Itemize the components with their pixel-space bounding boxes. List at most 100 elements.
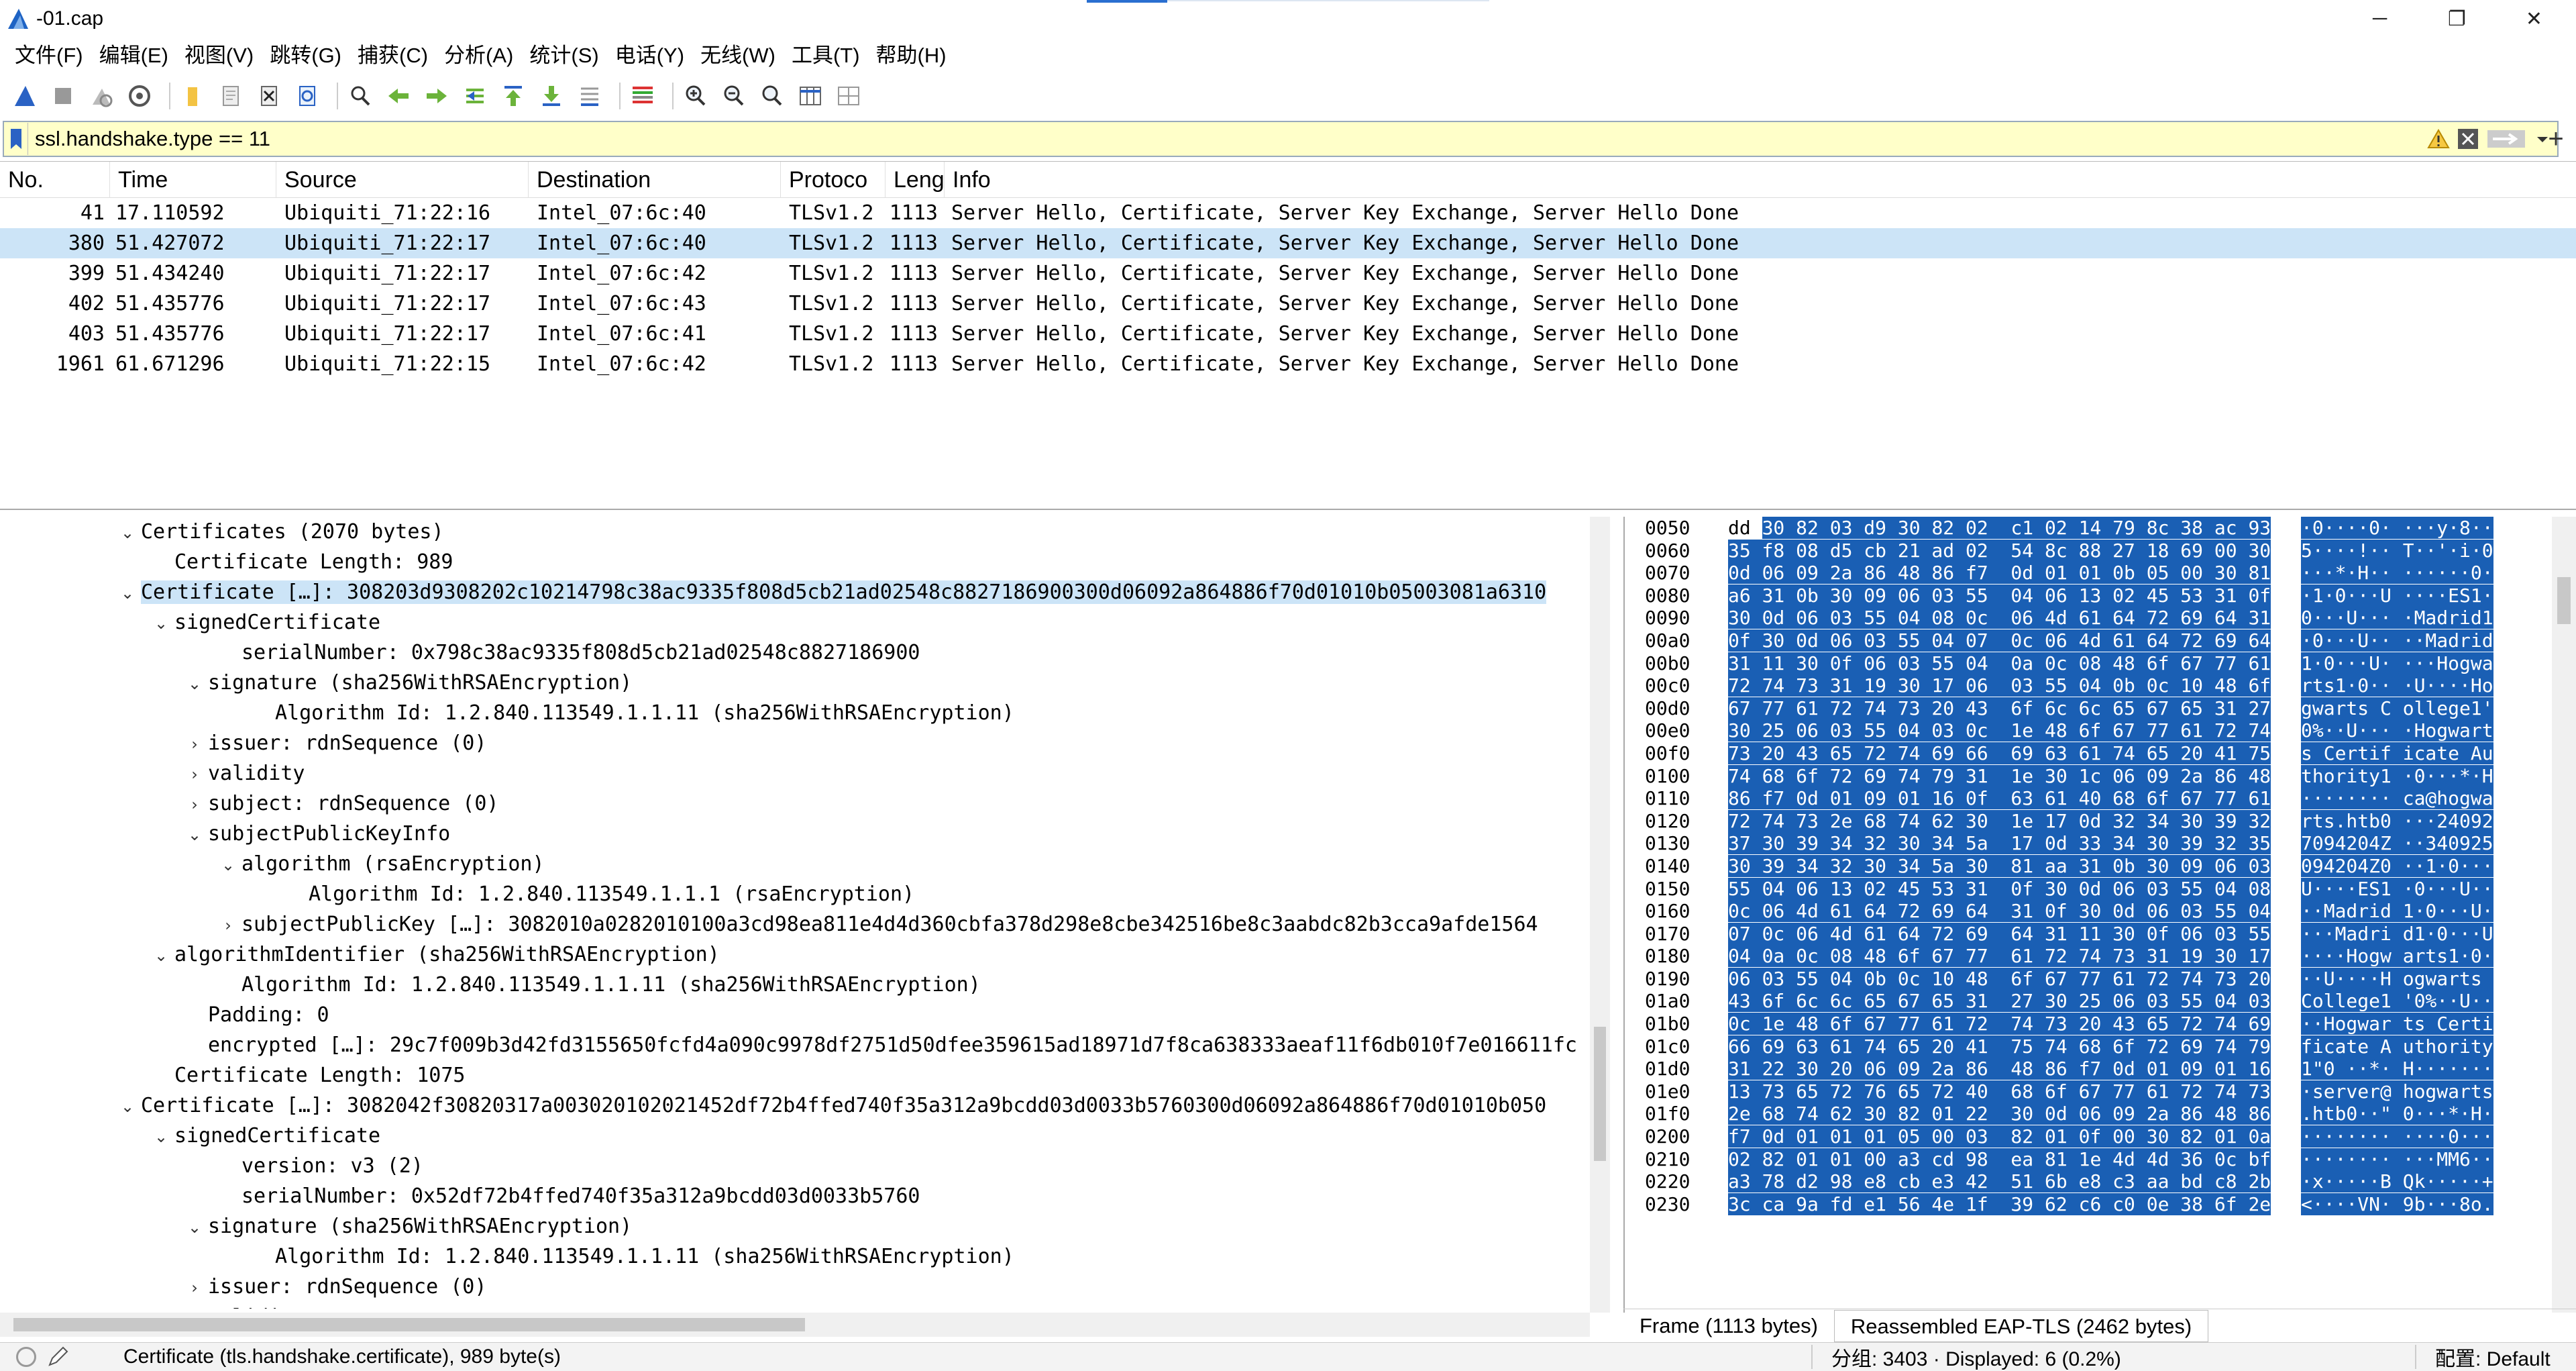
back-arrow-icon[interactable] xyxy=(383,81,414,111)
packet-row[interactable]: 41 17.110592 Ubiquiti_71:22:16 Intel_07:6c:… xyxy=(0,198,2576,228)
collapsed-chevron-icon[interactable]: › xyxy=(181,790,208,820)
clear-filter-icon[interactable] xyxy=(2457,128,2479,150)
byte-ascii[interactable]: ········ ca@hogwa xyxy=(2289,787,2493,810)
byte-ascii[interactable]: rts1·0·· ·U····Ho xyxy=(2289,674,2493,697)
detail-tree-item[interactable]: Certificate Length: 1075 xyxy=(0,1060,1610,1090)
detail-tree-item[interactable]: Algorithm Id: 1.2.840.113549.1.1.1 (rsaE… xyxy=(0,879,1610,909)
byte-ascii[interactable]: <····VN· 9b···8o. xyxy=(2289,1192,2493,1216)
detail-tree-item[interactable]: › subjectPublicKey […]: 3082010a028201010… xyxy=(0,909,1610,940)
byte-ascii[interactable]: ········ ····0··· xyxy=(2289,1125,2493,1148)
expanded-chevron-icon[interactable]: ⌄ xyxy=(114,578,141,609)
filter-bookmark-icon[interactable] xyxy=(4,123,28,155)
byte-ascii[interactable]: 0···U··· ·Madrid1 xyxy=(2289,607,2493,629)
menu-wireless[interactable]: 无线(W) xyxy=(692,38,784,74)
byte-hex[interactable]: dd 30 82 03 d9 30 82 02 c1 02 14 79 8c 3… xyxy=(1712,517,2289,540)
zoom-out-icon[interactable] xyxy=(718,81,749,111)
tab-frame-bytes[interactable]: Frame (1113 bytes) xyxy=(1623,1310,1834,1342)
detail-tree-item[interactable]: Algorithm Id: 1.2.840.113549.1.1.11 (sha… xyxy=(0,970,1610,1000)
collapsed-chevron-icon[interactable]: › xyxy=(181,760,208,790)
minimize-button[interactable]: ─ xyxy=(2341,0,2418,38)
byte-ascii[interactable]: 7094204Z ··340925 xyxy=(2289,832,2493,855)
detail-tree-item[interactable]: serialNumber: 0x52df72b4ffed740f35a312a9… xyxy=(0,1181,1610,1211)
byte-ascii[interactable]: ·0···U·· ··Madrid xyxy=(2289,629,2493,652)
packet-row[interactable]: 403 51.435776 Ubiquiti_71:22:17 Intel_07:6c… xyxy=(0,319,2576,349)
packet-row[interactable]: 399 51.434240 Ubiquiti_71:22:17 Intel_07:6c… xyxy=(0,258,2576,289)
menu-analyze[interactable]: 分析(A) xyxy=(436,38,521,74)
byte-hex[interactable]: 86 f7 0d 01 09 01 16 0f 63 61 40 68 6f 6… xyxy=(1712,787,2289,810)
column-source[interactable]: Source xyxy=(276,161,529,198)
byte-hex[interactable]: 35 f8 08 d5 cb 21 ad 02 54 8c 88 27 18 6… xyxy=(1712,539,2289,562)
detail-tree-item[interactable]: ⌄ signature (sha256WithRSAEncryption) xyxy=(0,1211,1610,1241)
column-destination[interactable]: Destination xyxy=(529,161,781,198)
byte-ascii[interactable]: ficate A uthority xyxy=(2289,1035,2493,1058)
save-icon[interactable] xyxy=(215,81,246,111)
bytes-scroll-thumb[interactable] xyxy=(2557,577,2571,624)
close-file-icon[interactable] xyxy=(254,81,284,111)
byte-ascii[interactable]: 5····!·· T··'·i·0 xyxy=(2289,539,2493,562)
detail-tree-item[interactable]: Padding: 0 xyxy=(0,1000,1610,1030)
collapsed-chevron-icon[interactable]: › xyxy=(215,911,241,941)
expanded-chevron-icon[interactable]: ⌄ xyxy=(215,850,241,880)
byte-hex[interactable]: 30 39 34 32 30 34 5a 30 81 aa 31 0b 30 0… xyxy=(1712,854,2289,878)
byte-ascii[interactable]: College1 '0%··U·· xyxy=(2289,990,2493,1013)
detail-tree-item[interactable]: › issuer: rdnSequence (0) xyxy=(0,728,1610,758)
byte-hex[interactable]: 0d 06 09 2a 86 48 86 f7 0d 01 01 0b 05 0… xyxy=(1712,562,2289,585)
byte-hex[interactable]: 74 68 6f 72 69 74 79 31 1e 30 1c 06 09 2… xyxy=(1712,764,2289,788)
byte-ascii[interactable]: 0%··U··· ·Hogwart xyxy=(2289,719,2493,742)
byte-ascii[interactable]: ·1·0···U ····ES1· xyxy=(2289,584,2493,607)
collapsed-chevron-icon[interactable]: › xyxy=(181,1273,208,1303)
detail-tree-item[interactable]: ⌄ Certificate […]: 308203d9308202c1021479… xyxy=(0,577,1610,607)
detail-tree-item[interactable]: ›validity xyxy=(0,758,1610,789)
byte-hex[interactable]: 06 03 55 04 0b 0c 10 48 6f 67 77 61 72 7… xyxy=(1712,967,2289,991)
byte-hex[interactable]: 0f 30 0d 06 03 55 04 07 0c 06 4d 61 64 7… xyxy=(1712,629,2289,652)
byte-ascii[interactable]: ···Madri d1·0···U xyxy=(2289,922,2493,946)
menu-statistics[interactable]: 统计(S) xyxy=(521,38,606,74)
status-profile[interactable]: 配置: Default xyxy=(2435,1342,2551,1371)
byte-ascii[interactable]: ··Madrid 1·0···U· xyxy=(2289,900,2493,923)
byte-hex[interactable]: 66 69 63 61 74 65 20 41 75 74 68 6f 72 6… xyxy=(1712,1035,2289,1058)
byte-hex[interactable]: 02 82 01 01 00 a3 cd 98 ea 81 1e 4d 4d 3… xyxy=(1712,1148,2289,1171)
menu-view[interactable]: 视图(V) xyxy=(176,38,262,74)
byte-ascii[interactable]: thority1 ·0···*·H xyxy=(2289,764,2493,788)
colorize-icon[interactable] xyxy=(627,81,658,111)
capture-options-icon[interactable] xyxy=(124,81,155,111)
byte-ascii[interactable]: .htb0··" 0···*·H· xyxy=(2289,1103,2493,1125)
column-length[interactable]: Lengt xyxy=(885,161,945,198)
byte-hex[interactable]: 31 11 30 0f 06 03 55 04 0a 0c 08 48 6f 6… xyxy=(1712,652,2289,675)
autoscroll-icon[interactable] xyxy=(574,81,605,111)
menu-capture[interactable]: 捕获(C) xyxy=(350,38,436,74)
byte-hex[interactable]: 13 73 65 72 76 65 72 40 68 6f 67 77 61 7… xyxy=(1712,1080,2289,1103)
menu-help[interactable]: 帮助(H) xyxy=(868,38,955,74)
byte-ascii[interactable]: ···*·H·· ······0· xyxy=(2289,562,2493,585)
first-packet-icon[interactable] xyxy=(498,81,529,111)
menu-tools[interactable]: 工具(T) xyxy=(784,38,868,74)
detail-tree-item[interactable]: Algorithm Id: 1.2.840.113549.1.1.11 (sha… xyxy=(0,698,1610,728)
restore-button[interactable]: ❐ xyxy=(2418,0,2496,38)
apply-filter-icon[interactable] xyxy=(2486,128,2526,150)
expanded-chevron-icon[interactable]: ⌄ xyxy=(181,669,208,699)
byte-hex[interactable]: 0c 06 4d 61 64 72 69 64 31 0f 30 0d 06 0… xyxy=(1712,900,2289,923)
byte-ascii[interactable]: ·x·····B Qk·····+ xyxy=(2289,1170,2493,1193)
detail-tree-item[interactable]: ⌄ subjectPublicKeyInfo xyxy=(0,819,1610,849)
column-info[interactable]: Info xyxy=(945,162,2576,198)
tab-reassembled-eap-tls[interactable]: Reassembled EAP-TLS (2462 bytes) xyxy=(1833,1309,2209,1342)
packet-row[interactable]: 1961 61.671296 Ubiquiti_71:22:15 Intel_07:6… xyxy=(0,349,2576,379)
byte-hex[interactable]: 07 0c 06 4d 61 64 72 69 64 31 11 30 0f 0… xyxy=(1712,922,2289,946)
expanded-chevron-icon[interactable]: ⌄ xyxy=(148,1122,174,1152)
detail-tree-item[interactable]: ⌄ signature (sha256WithRSAEncryption) xyxy=(0,668,1610,698)
byte-ascii[interactable]: rts.htb0 ···24092 xyxy=(2289,809,2493,833)
add-filter-button-icon[interactable]: + xyxy=(2542,121,2569,157)
bytes-vertical-scrollbar[interactable] xyxy=(2552,517,2576,1313)
menu-file[interactable]: 文件(F) xyxy=(7,38,91,74)
zoom-normal-icon[interactable] xyxy=(757,81,788,111)
expanded-chevron-icon[interactable]: ⌄ xyxy=(181,820,208,850)
display-filter-input[interactable]: ssl.handshake.type == 11 xyxy=(28,127,2427,151)
byte-ascii[interactable]: ··U····H ogwarts xyxy=(2289,967,2493,991)
byte-hex[interactable]: 2e 68 74 62 30 82 01 22 30 0d 06 09 2a 8… xyxy=(1712,1103,2289,1125)
byte-hex[interactable]: 72 74 73 31 19 30 17 06 03 55 04 0b 0c 1… xyxy=(1712,674,2289,697)
byte-hex[interactable]: a6 31 0b 30 09 06 03 55 04 06 13 02 45 5… xyxy=(1712,584,2289,607)
column-protocol[interactable]: Protoco xyxy=(781,161,885,198)
resize-columns-icon[interactable] xyxy=(795,81,826,111)
forward-arrow-icon[interactable] xyxy=(421,81,452,111)
detail-tree-item[interactable]: ⌄ Certificate […]: 3082042f30820317a00302… xyxy=(0,1090,1610,1121)
